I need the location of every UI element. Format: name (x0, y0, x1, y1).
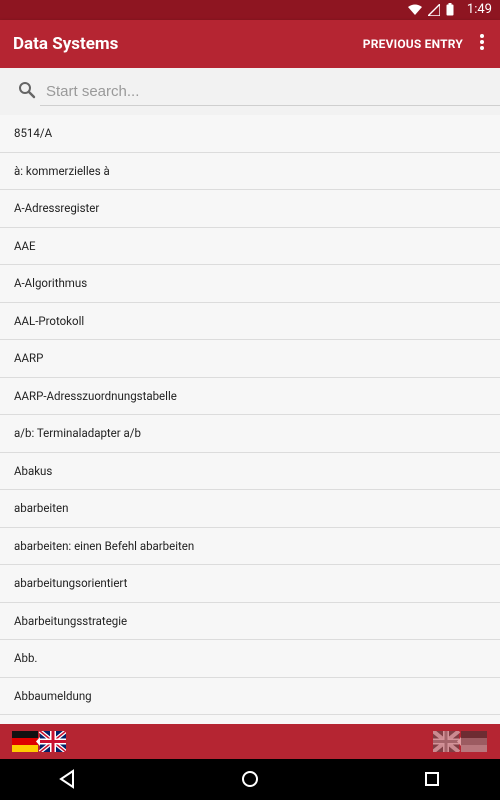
status-bar: 1:49 (0, 0, 500, 20)
list-item-label: abarbeiten: einen Befehl abarbeiten (14, 538, 195, 553)
list-item[interactable]: Abb. (0, 640, 500, 678)
list-item-label: AARP (14, 351, 44, 366)
list-item-label: Abakus (14, 463, 53, 478)
list-item-label: A-Algorithmus (14, 276, 88, 291)
list-item[interactable]: 8514/A (0, 115, 500, 153)
german-to-english-flags-icon[interactable] (12, 731, 66, 752)
search-icon (19, 82, 36, 99)
page-title: Data Systems (13, 34, 119, 54)
list-item-label: AARP-Adresszuordnungstabelle (14, 388, 177, 403)
list-item[interactable]: AAE (0, 227, 500, 265)
list-item[interactable]: abarbeiten (0, 490, 500, 528)
wifi-icon (408, 4, 422, 15)
list-item-label: AAL-Protokoll (14, 313, 85, 328)
list-item[interactable]: abarbeiten: einen Befehl abarbeiten (0, 527, 500, 565)
list-item[interactable]: A-Adressregister (0, 190, 500, 228)
home-icon[interactable] (239, 768, 261, 790)
english-to-german-flags-icon[interactable] (433, 731, 487, 752)
bottom-bar (0, 724, 500, 759)
entry-list: 8514/A à: kommerzielles à A-Adressregister… (0, 115, 500, 724)
list-item[interactable]: a/b: Terminaladapter a/b (0, 415, 500, 453)
list-item-label: Abbaumeldung (14, 688, 92, 703)
list-item-label: Abb. (14, 651, 38, 666)
previous-entry-button[interactable]: PREVIOUS ENTRY (363, 37, 463, 51)
list-item[interactable]: A-Algorithmus (0, 265, 500, 303)
search-bar (0, 68, 500, 116)
list-item-label: 8514/A (14, 126, 53, 141)
back-icon[interactable] (57, 768, 79, 790)
list-item-label: Abarbeitungsstrategie (14, 613, 128, 628)
battery-icon (446, 3, 454, 16)
list-item-label: AAE (14, 238, 36, 253)
list-item-label: a/b: Terminaladapter a/b (14, 426, 141, 441)
clock: 1:49 (466, 2, 492, 17)
list-item[interactable]: Abbaumeldung (0, 677, 500, 715)
list-item-label: A-Adressregister (14, 201, 100, 216)
system-nav-bar (0, 759, 500, 800)
signal-icon (428, 3, 440, 16)
list-item-label: abarbeitungsorientiert (14, 576, 128, 591)
list-item-label: abarbeiten (14, 501, 69, 516)
list-item[interactable] (0, 715, 500, 724)
search-input[interactable] (40, 77, 500, 106)
list-item-label: à: kommerzielles à (14, 163, 110, 178)
recents-icon[interactable] (421, 768, 443, 790)
more-vert-icon[interactable] (478, 32, 486, 56)
status-icons (408, 3, 454, 16)
list-item[interactable]: AARP-Adresszuordnungstabelle (0, 377, 500, 415)
list-item[interactable]: AARP (0, 340, 500, 378)
list-item[interactable]: Abakus (0, 452, 500, 490)
list-item[interactable]: à: kommerzielles à (0, 152, 500, 190)
list-item[interactable]: Abarbeitungsstrategie (0, 602, 500, 640)
app-bar: Data Systems PREVIOUS ENTRY (0, 20, 500, 68)
list-item[interactable]: abarbeitungsorientiert (0, 565, 500, 603)
list-item[interactable]: AAL-Protokoll (0, 302, 500, 340)
